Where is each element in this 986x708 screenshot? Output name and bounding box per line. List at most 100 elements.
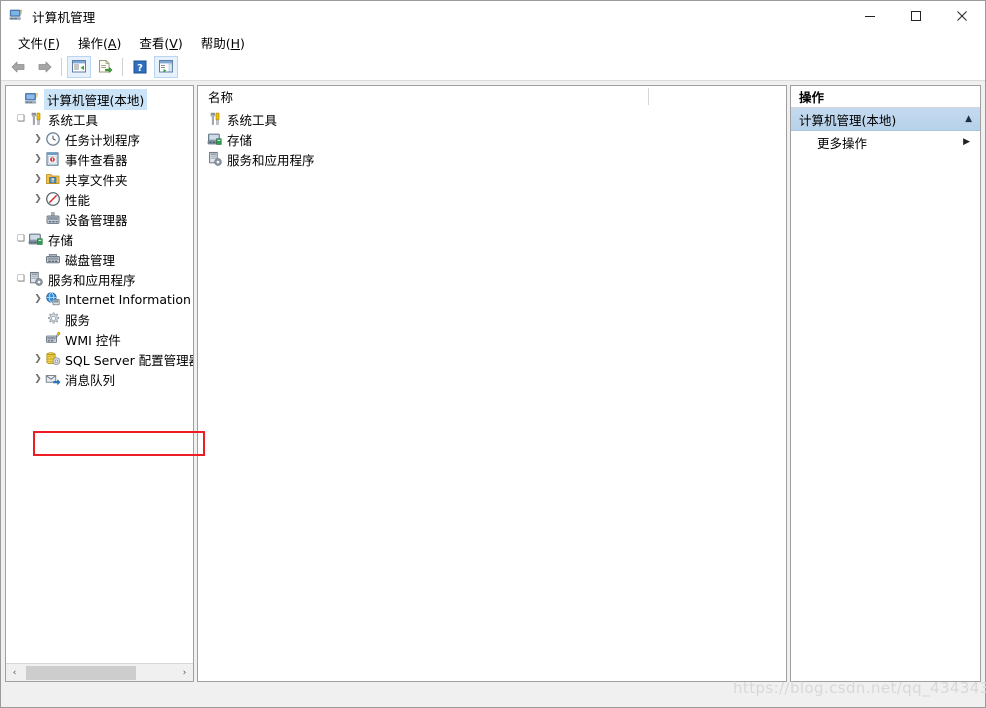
chevron-right-icon[interactable]: ❯ [31, 294, 45, 304]
column-divider[interactable] [648, 88, 649, 105]
services-apps-icon [28, 271, 44, 287]
column-header-name[interactable]: 名称 [198, 87, 233, 106]
tree-item-services[interactable]: 服务 [6, 309, 193, 329]
list-pane: 名称 系统工具 存储 服务和应用程序 [197, 85, 787, 682]
tree-item-shared-folders[interactable]: ❯ 共享文件夹 [6, 169, 193, 189]
tree-item-label: 磁盘管理 [65, 252, 116, 268]
tree-item-performance[interactable]: ❯ 性能 [6, 189, 193, 209]
message-queue-icon [45, 371, 61, 387]
show-hide-tree-icon[interactable] [67, 55, 91, 78]
minimize-button[interactable] [847, 1, 893, 31]
close-button[interactable] [939, 1, 985, 31]
chevron-right-icon[interactable]: ❯ [31, 154, 45, 164]
task-scheduler-icon [45, 131, 61, 147]
scroll-left-arrow-icon[interactable]: ‹ [6, 665, 23, 681]
scrollbar-track[interactable] [23, 664, 176, 681]
help-icon[interactable]: ? [128, 56, 152, 78]
menu-action-accel: A [107, 35, 117, 51]
maximize-button[interactable] [893, 1, 939, 31]
chevron-right-icon[interactable]: ❯ [31, 354, 45, 364]
menu-action[interactable]: 操作(A) [69, 31, 130, 54]
toolbar: ? [1, 53, 985, 81]
chevron-right-icon: ▶ [963, 137, 970, 147]
action-more-actions[interactable]: 更多操作 ▶ [791, 131, 980, 153]
toolbar-separator-1 [61, 57, 62, 76]
menu-view[interactable]: 查看(V) [130, 31, 191, 54]
back-icon[interactable] [6, 56, 30, 78]
menu-file-label: 文件 [18, 35, 44, 51]
actions-pane-title: 操作 [791, 86, 980, 108]
tree-item-label: 服务 [65, 312, 91, 328]
menu-bar: 文件(F) 操作(A) 查看(V) 帮助(H) [1, 31, 985, 53]
tree-item-internet-information-services[interactable]: ❯ Internet Information S [6, 289, 193, 309]
tree-item-label: 任务计划程序 [65, 132, 141, 148]
tree-item-wmi-control[interactable]: WMI 控件 [6, 329, 193, 349]
tree-item-label: WMI 控件 [65, 332, 121, 348]
chevron-right-icon[interactable]: ❯ [31, 134, 45, 144]
toolbar-separator-2 [122, 57, 123, 76]
chevron-right-icon[interactable]: ❯ [31, 194, 45, 204]
services-icon [45, 311, 61, 327]
menu-file[interactable]: 文件(F) [9, 31, 69, 54]
computer-management-icon [24, 91, 40, 107]
watermark-text: https://blog.csdn.net/qq_43434300 [733, 679, 986, 697]
list-item[interactable]: 存储 [198, 129, 786, 149]
list-item-label: 系统工具 [227, 112, 278, 128]
menu-help-label: 帮助 [200, 35, 226, 51]
chevron-right-icon[interactable]: ❯ [31, 174, 45, 184]
tree-item-message-queuing[interactable]: ❯ 消息队列 [6, 369, 193, 389]
scroll-right-arrow-icon[interactable]: › [176, 665, 193, 681]
title-bar: 计算机管理 [1, 1, 985, 31]
menu-help[interactable]: 帮助(H) [192, 31, 254, 54]
services-apps-icon [207, 151, 223, 167]
chevron-up-icon[interactable]: ▲ [965, 114, 972, 124]
menu-view-label: 查看 [139, 35, 165, 51]
tree-item-storage[interactable]: ❏ 存储 [6, 229, 193, 249]
menu-action-label: 操作 [78, 35, 104, 51]
tree-item-label: 消息队列 [65, 372, 116, 388]
menu-help-accel: H [230, 35, 241, 51]
list-item[interactable]: 系统工具 [198, 109, 786, 129]
forward-icon[interactable] [32, 56, 56, 78]
performance-icon [45, 191, 61, 207]
chevron-down-icon[interactable]: ❏ [14, 234, 28, 244]
tree-item-label: SQL Server 配置管理器 [65, 352, 193, 368]
list-column-header[interactable]: 名称 [198, 86, 786, 107]
storage-icon [28, 231, 44, 247]
wmi-control-icon [45, 331, 61, 347]
tree-horizontal-scrollbar[interactable]: ‹ › [6, 663, 193, 681]
list-item-label: 服务和应用程序 [227, 152, 315, 168]
tree-item-device-manager[interactable]: 设备管理器 [6, 209, 193, 229]
chevron-down-icon[interactable]: ❏ [14, 114, 28, 124]
svg-text:?: ? [137, 63, 143, 74]
actions-group-header[interactable]: 计算机管理(本地) ▲ [791, 108, 980, 131]
computer-management-icon [8, 7, 26, 25]
tree-item-label: 服务和应用程序 [48, 272, 136, 288]
event-viewer-icon [45, 151, 61, 167]
tree-item-computer-management[interactable]: 计算机管理(本地) [6, 88, 193, 110]
tree-item-label: 设备管理器 [65, 212, 128, 228]
system-tools-icon [28, 111, 44, 127]
tree-item-services-and-applications[interactable]: ❏ 服务和应用程序 [6, 269, 193, 289]
tree-item-sql-server-configuration-manager[interactable]: ❯ SQL Server 配置管理器 [6, 349, 193, 369]
system-tools-icon [207, 111, 223, 127]
tree-item-task-scheduler[interactable]: ❯ 任务计划程序 [6, 129, 193, 149]
tree-item-label: 事件查看器 [65, 152, 128, 168]
tree-scroll-area[interactable]: 计算机管理(本地) ❏ 系统工具 ❯ 任务计划程序 ❯ 事件查看器 ❯ 共享文件… [6, 86, 193, 663]
tree-item-event-viewer[interactable]: ❯ 事件查看器 [6, 149, 193, 169]
computer-management-window: 计算机管理 文件(F) 操作(A) 查看(V) 帮助(H) ? 计算机管理(本地… [0, 0, 986, 708]
chevron-right-icon[interactable]: ❯ [31, 374, 45, 384]
tree-item-label: 计算机管理(本地) [44, 88, 148, 110]
tree-item-disk-management[interactable]: 磁盘管理 [6, 249, 193, 269]
scrollbar-thumb[interactable] [26, 665, 136, 680]
export-list-icon[interactable] [93, 56, 117, 78]
list-body[interactable]: 系统工具 存储 服务和应用程序 [198, 107, 786, 681]
list-item[interactable]: 服务和应用程序 [198, 149, 786, 169]
tree-item-system-tools[interactable]: ❏ 系统工具 [6, 109, 193, 129]
chevron-down-icon[interactable]: ❏ [14, 274, 28, 284]
tree-pane: 计算机管理(本地) ❏ 系统工具 ❯ 任务计划程序 ❯ 事件查看器 ❯ 共享文件… [5, 85, 205, 682]
shared-folders-icon [45, 171, 61, 187]
show-action-pane-icon[interactable] [154, 55, 178, 78]
sql-server-config-icon [45, 351, 61, 367]
tree-item-label: Internet Information S [65, 291, 193, 307]
